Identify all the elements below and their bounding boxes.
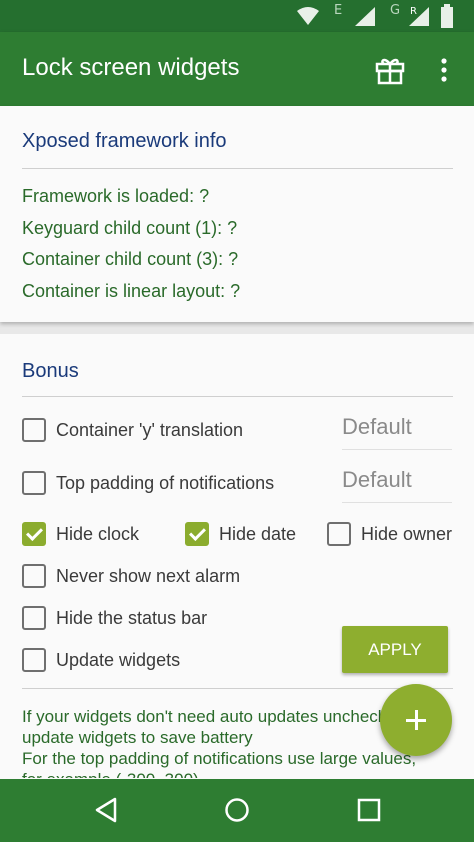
apply-button[interactable]: APPLY — [342, 626, 448, 673]
container-count-text: Container child count (3): ? — [22, 249, 239, 269]
container-y-checkbox[interactable]: Container 'y' translation — [22, 416, 243, 444]
checkbox-box — [22, 606, 46, 630]
note-line: for example (-300, 300) — [22, 769, 452, 778]
top-padding-checkbox[interactable]: Top padding of notifications — [22, 469, 274, 497]
home-icon[interactable] — [224, 797, 250, 823]
divider — [22, 688, 453, 689]
checkbox-box — [22, 648, 46, 672]
container-linear-text: Container is linear layout: ? — [22, 281, 241, 301]
update-widgets-checkbox[interactable]: Update widgets — [22, 646, 180, 674]
checkbox-box — [327, 522, 351, 546]
checkbox-label: Container 'y' translation — [56, 419, 243, 440]
keyguard-count-text: Keyguard child count (1): ? — [22, 218, 238, 238]
never-show-alarm-checkbox[interactable]: Never show next alarm — [22, 562, 240, 590]
checkbox-label: Hide owner — [361, 523, 453, 544]
checkbox-label: Hide the status bar — [56, 607, 208, 628]
framework-loaded-text: Framework is loaded: ? — [22, 186, 210, 206]
recents-icon[interactable] — [356, 797, 382, 823]
more-vert-icon[interactable] — [434, 54, 454, 86]
checkbox-label: Update widgets — [56, 649, 181, 670]
xposed-info-card: Xposed framework info Framework is loade… — [0, 106, 474, 322]
wifi-icon — [297, 7, 319, 25]
app-title: Lock screen widgets — [22, 54, 240, 81]
xposed-info-title: Xposed framework info — [22, 130, 227, 152]
checkbox-box-checked — [185, 522, 209, 546]
add-fab-button[interactable] — [380, 684, 452, 756]
checkbox-label: Hide clock — [56, 523, 140, 544]
bonus-title: Bonus — [22, 360, 79, 382]
hide-status-bar-checkbox[interactable]: Hide the status bar — [22, 604, 207, 632]
top-padding-input[interactable]: Default — [342, 467, 452, 503]
app-bar: Lock screen widgets — [0, 32, 474, 106]
checkbox-box — [22, 564, 46, 588]
hide-clock-checkbox[interactable]: Hide clock — [22, 520, 139, 548]
back-icon[interactable] — [93, 797, 119, 823]
checkbox-box — [22, 471, 46, 495]
checkbox-label: Hide date — [219, 523, 297, 544]
navigation-bar — [0, 779, 474, 842]
network-e-label: E — [334, 3, 343, 18]
divider — [22, 396, 453, 397]
container-y-input[interactable]: Default — [342, 414, 452, 450]
status-bar: E G R — [0, 0, 474, 32]
network-g-label: G — [390, 3, 401, 18]
divider — [22, 168, 453, 169]
checkbox-label: Never show next alarm — [56, 565, 241, 586]
note-line: For the top padding of notifications use… — [22, 749, 417, 768]
battery-icon — [441, 4, 453, 28]
hide-owner-checkbox[interactable]: Hide owner — [327, 520, 452, 548]
checkbox-box-checked — [22, 522, 46, 546]
roaming-label: R — [410, 6, 417, 17]
signal-icon — [355, 7, 375, 26]
checkbox-box — [22, 418, 46, 442]
gift-icon[interactable] — [374, 54, 406, 86]
checkbox-label: Top padding of notifications — [56, 472, 275, 493]
hide-date-checkbox[interactable]: Hide date — [185, 520, 296, 548]
